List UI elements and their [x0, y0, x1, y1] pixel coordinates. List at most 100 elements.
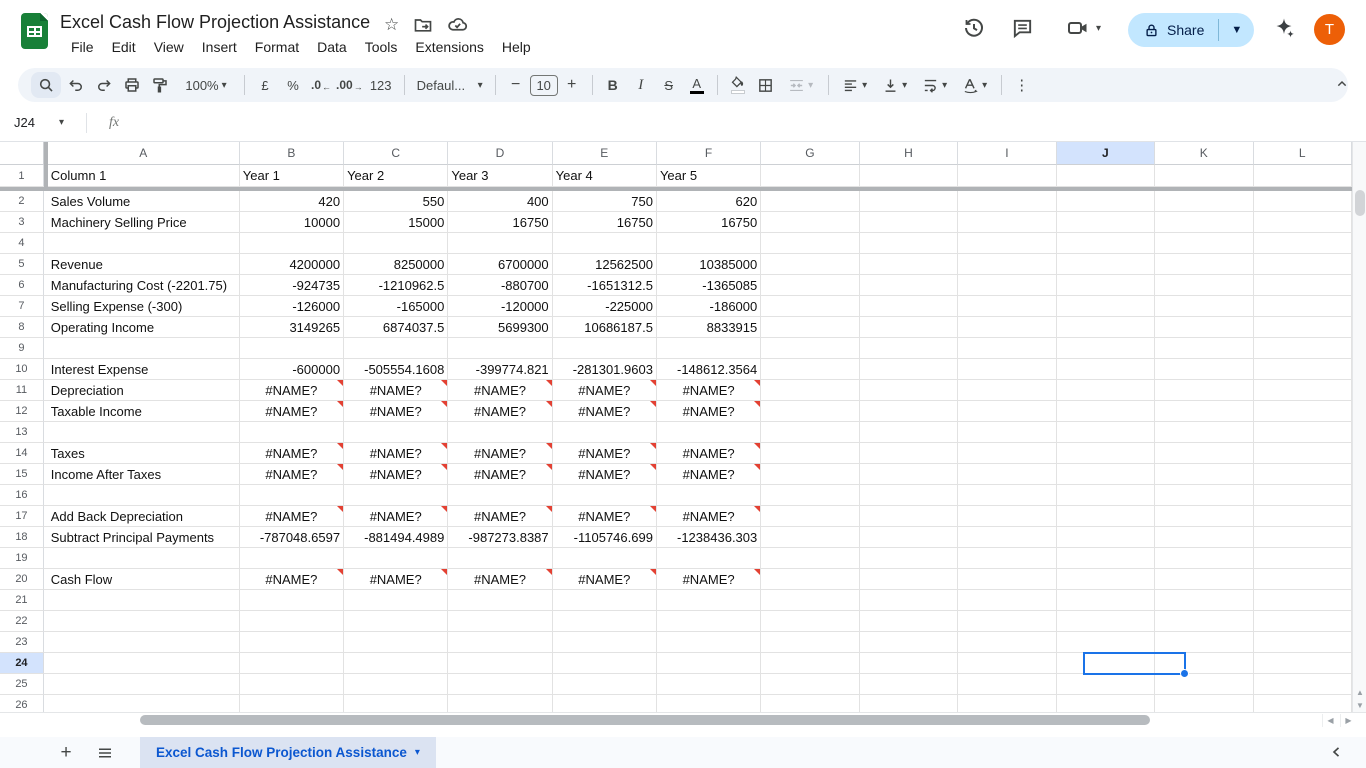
- cell-F22[interactable]: [657, 611, 761, 632]
- cell-B6[interactable]: -924735: [240, 275, 344, 296]
- cell-A6[interactable]: Manufacturing Cost (-2201.75): [48, 275, 240, 296]
- cell-A8[interactable]: Operating Income: [48, 317, 240, 338]
- cell-E24[interactable]: [553, 653, 657, 674]
- cell-H24[interactable]: [860, 653, 958, 674]
- cell-G5[interactable]: [761, 254, 859, 275]
- row-header-3[interactable]: 3: [0, 212, 44, 233]
- column-header-K[interactable]: K: [1155, 142, 1253, 165]
- cell-I21[interactable]: [958, 590, 1056, 611]
- italic-icon[interactable]: I: [628, 72, 654, 98]
- cell-B10[interactable]: -600000: [240, 359, 344, 380]
- cell-E26[interactable]: [553, 695, 657, 712]
- row-header-2[interactable]: 2: [0, 191, 44, 212]
- cell-D24[interactable]: [448, 653, 552, 674]
- cell-B23[interactable]: [240, 632, 344, 653]
- cell-D16[interactable]: [448, 485, 552, 506]
- cell-G19[interactable]: [761, 548, 859, 569]
- cell-B16[interactable]: [240, 485, 344, 506]
- add-sheet-button[interactable]: +: [54, 742, 78, 764]
- cell-K13[interactable]: [1155, 422, 1253, 443]
- cell-I14[interactable]: [958, 443, 1056, 464]
- cell-F14[interactable]: #NAME?: [657, 443, 761, 464]
- cell-L13[interactable]: [1254, 422, 1352, 443]
- cell-G20[interactable]: [761, 569, 859, 590]
- cell-J26[interactable]: [1057, 695, 1155, 712]
- cell-K3[interactable]: [1155, 212, 1253, 233]
- cell-C16[interactable]: [344, 485, 448, 506]
- cell-H14[interactable]: [860, 443, 958, 464]
- menu-edit[interactable]: Edit: [103, 36, 145, 58]
- row-header-6[interactable]: 6: [0, 275, 44, 296]
- cell-J17[interactable]: [1057, 506, 1155, 527]
- cell-C10[interactable]: -505554.1608: [344, 359, 448, 380]
- column-header-E[interactable]: E: [553, 142, 657, 165]
- cell-B17[interactable]: #NAME?: [240, 506, 344, 527]
- cell-C18[interactable]: -881494.4989: [344, 527, 448, 548]
- column-header-L[interactable]: L: [1254, 142, 1352, 165]
- cell-J15[interactable]: [1057, 464, 1155, 485]
- vertical-align-icon[interactable]: ▾: [876, 72, 914, 98]
- format-currency-icon[interactable]: £: [252, 72, 278, 98]
- cell-B18[interactable]: -787048.6597: [240, 527, 344, 548]
- cell-J1[interactable]: [1057, 165, 1155, 187]
- cell-L17[interactable]: [1254, 506, 1352, 527]
- gemini-sparkle-icon[interactable]: [1272, 16, 1296, 40]
- cell-D20[interactable]: #NAME?: [448, 569, 552, 590]
- cell-C22[interactable]: [344, 611, 448, 632]
- cell-G17[interactable]: [761, 506, 859, 527]
- cell-F3[interactable]: 16750: [657, 212, 761, 233]
- cell-K9[interactable]: [1155, 338, 1253, 359]
- row-header-19[interactable]: 19: [0, 548, 44, 569]
- row-header-23[interactable]: 23: [0, 632, 44, 653]
- cell-G13[interactable]: [761, 422, 859, 443]
- row-header-13[interactable]: 13: [0, 422, 44, 443]
- cell-B26[interactable]: [240, 695, 344, 712]
- cell-J8[interactable]: [1057, 317, 1155, 338]
- cell-J11[interactable]: [1057, 380, 1155, 401]
- cell-G8[interactable]: [761, 317, 859, 338]
- cell-D17[interactable]: #NAME?: [448, 506, 552, 527]
- scroll-up-icon[interactable]: ▲: [1353, 686, 1366, 698]
- horizontal-scrollbar-thumb[interactable]: [140, 715, 1150, 725]
- cell-D23[interactable]: [448, 632, 552, 653]
- column-header-I[interactable]: I: [958, 142, 1056, 165]
- row-header-8[interactable]: 8: [0, 317, 44, 338]
- cell-G3[interactable]: [761, 212, 859, 233]
- cell-J13[interactable]: [1057, 422, 1155, 443]
- cell-D22[interactable]: [448, 611, 552, 632]
- cell-I24[interactable]: [958, 653, 1056, 674]
- cell-B12[interactable]: #NAME?: [240, 401, 344, 422]
- cell-I18[interactable]: [958, 527, 1056, 548]
- move-folder-icon[interactable]: [413, 15, 433, 35]
- cell-H26[interactable]: [860, 695, 958, 712]
- cell-A13[interactable]: [48, 422, 240, 443]
- cell-D2[interactable]: 400: [448, 191, 552, 212]
- row-header-22[interactable]: 22: [0, 611, 44, 632]
- cell-D25[interactable]: [448, 674, 552, 695]
- cell-I12[interactable]: [958, 401, 1056, 422]
- cell-K4[interactable]: [1155, 233, 1253, 254]
- row-header-1[interactable]: 1: [0, 165, 44, 187]
- cloud-status-icon[interactable]: [447, 14, 468, 35]
- cell-H13[interactable]: [860, 422, 958, 443]
- cell-J9[interactable]: [1057, 338, 1155, 359]
- cell-K15[interactable]: [1155, 464, 1253, 485]
- cell-C14[interactable]: #NAME?: [344, 443, 448, 464]
- cell-C21[interactable]: [344, 590, 448, 611]
- scroll-right-icon[interactable]: ▶: [1340, 714, 1356, 727]
- cell-C12[interactable]: #NAME?: [344, 401, 448, 422]
- column-header-A[interactable]: A: [48, 142, 240, 165]
- cell-I20[interactable]: [958, 569, 1056, 590]
- cell-I11[interactable]: [958, 380, 1056, 401]
- name-box[interactable]: J24 ▾: [0, 115, 86, 130]
- format-percent-icon[interactable]: %: [280, 72, 306, 98]
- cell-K14[interactable]: [1155, 443, 1253, 464]
- column-header-D[interactable]: D: [448, 142, 552, 165]
- row-header-24[interactable]: 24: [0, 653, 44, 674]
- cell-D15[interactable]: #NAME?: [448, 464, 552, 485]
- cell-L19[interactable]: [1254, 548, 1352, 569]
- cell-C7[interactable]: -165000: [344, 296, 448, 317]
- cell-E19[interactable]: [553, 548, 657, 569]
- cell-E11[interactable]: #NAME?: [553, 380, 657, 401]
- cell-I9[interactable]: [958, 338, 1056, 359]
